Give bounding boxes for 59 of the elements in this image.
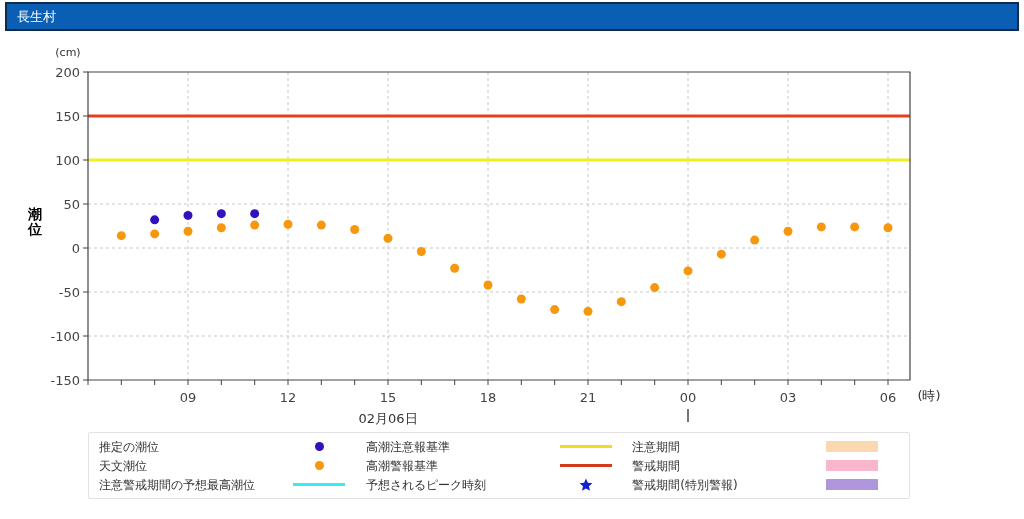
data-point [316,220,326,230]
data-point [850,222,860,232]
tick-label: 150 [55,109,80,124]
data-point [583,306,593,316]
tick-label: 50 [63,197,80,212]
legend-label: 警戒期間(特別警報) [632,476,739,494]
data-point [150,215,160,225]
data-point [183,210,193,220]
data-point [183,226,193,236]
data-point [450,263,460,273]
day-marker [687,408,689,423]
tick-label: 200 [55,65,80,80]
data-point [150,229,160,239]
data-point [283,219,293,229]
legend-label: 高潮警報基準 [365,457,439,475]
tick-label: 21 [579,390,597,405]
unit-label: (時) [917,388,941,403]
tick-label: 100 [55,153,80,168]
legend-label: 注意警戒期間の予想最高潮位 [99,476,256,494]
tick-label: 15 [379,390,397,405]
data-point [216,223,226,233]
tick-label: 06 [879,390,897,405]
data-point [750,235,760,245]
date-label: 02月06日 [358,411,418,426]
data-point [550,305,560,315]
tick-label: -50 [58,285,80,300]
legend-label: 注意期間 [632,438,682,456]
data-point [483,280,493,290]
data-point [350,225,360,234]
legend-label: 警戒期間 [632,457,682,475]
legend-label: 高潮注意報基準 [365,438,451,456]
tick-label: 00 [679,390,697,405]
data-point [383,233,393,243]
data-point [416,247,426,256]
data-point [250,220,260,230]
tick-label: 0 [71,241,80,256]
data-point [716,249,726,259]
tick-label: -150 [50,373,80,388]
tick-label: 09 [179,390,197,405]
data-point [516,294,526,304]
legend-label: 推定の潮位 [99,438,160,456]
data-point [650,283,660,293]
tick-label: 03 [779,390,797,405]
header-title: 長生村 [17,7,56,26]
data-point [816,222,826,232]
axis-label: 潮位 [28,207,42,238]
tick-label: 12 [279,390,297,405]
unit-label: (cm) [55,46,81,59]
legend-label: 予想されるピーク時刻 [365,476,487,494]
data-point [783,226,793,236]
data-point [883,223,893,233]
data-point [616,297,626,307]
data-point [683,266,693,276]
data-point [116,231,126,241]
legend-label: 天文潮位 [99,457,148,475]
tick-label: 18 [479,390,497,405]
data-point [216,209,226,219]
tick-label: -100 [50,329,80,344]
data-point [250,209,260,219]
